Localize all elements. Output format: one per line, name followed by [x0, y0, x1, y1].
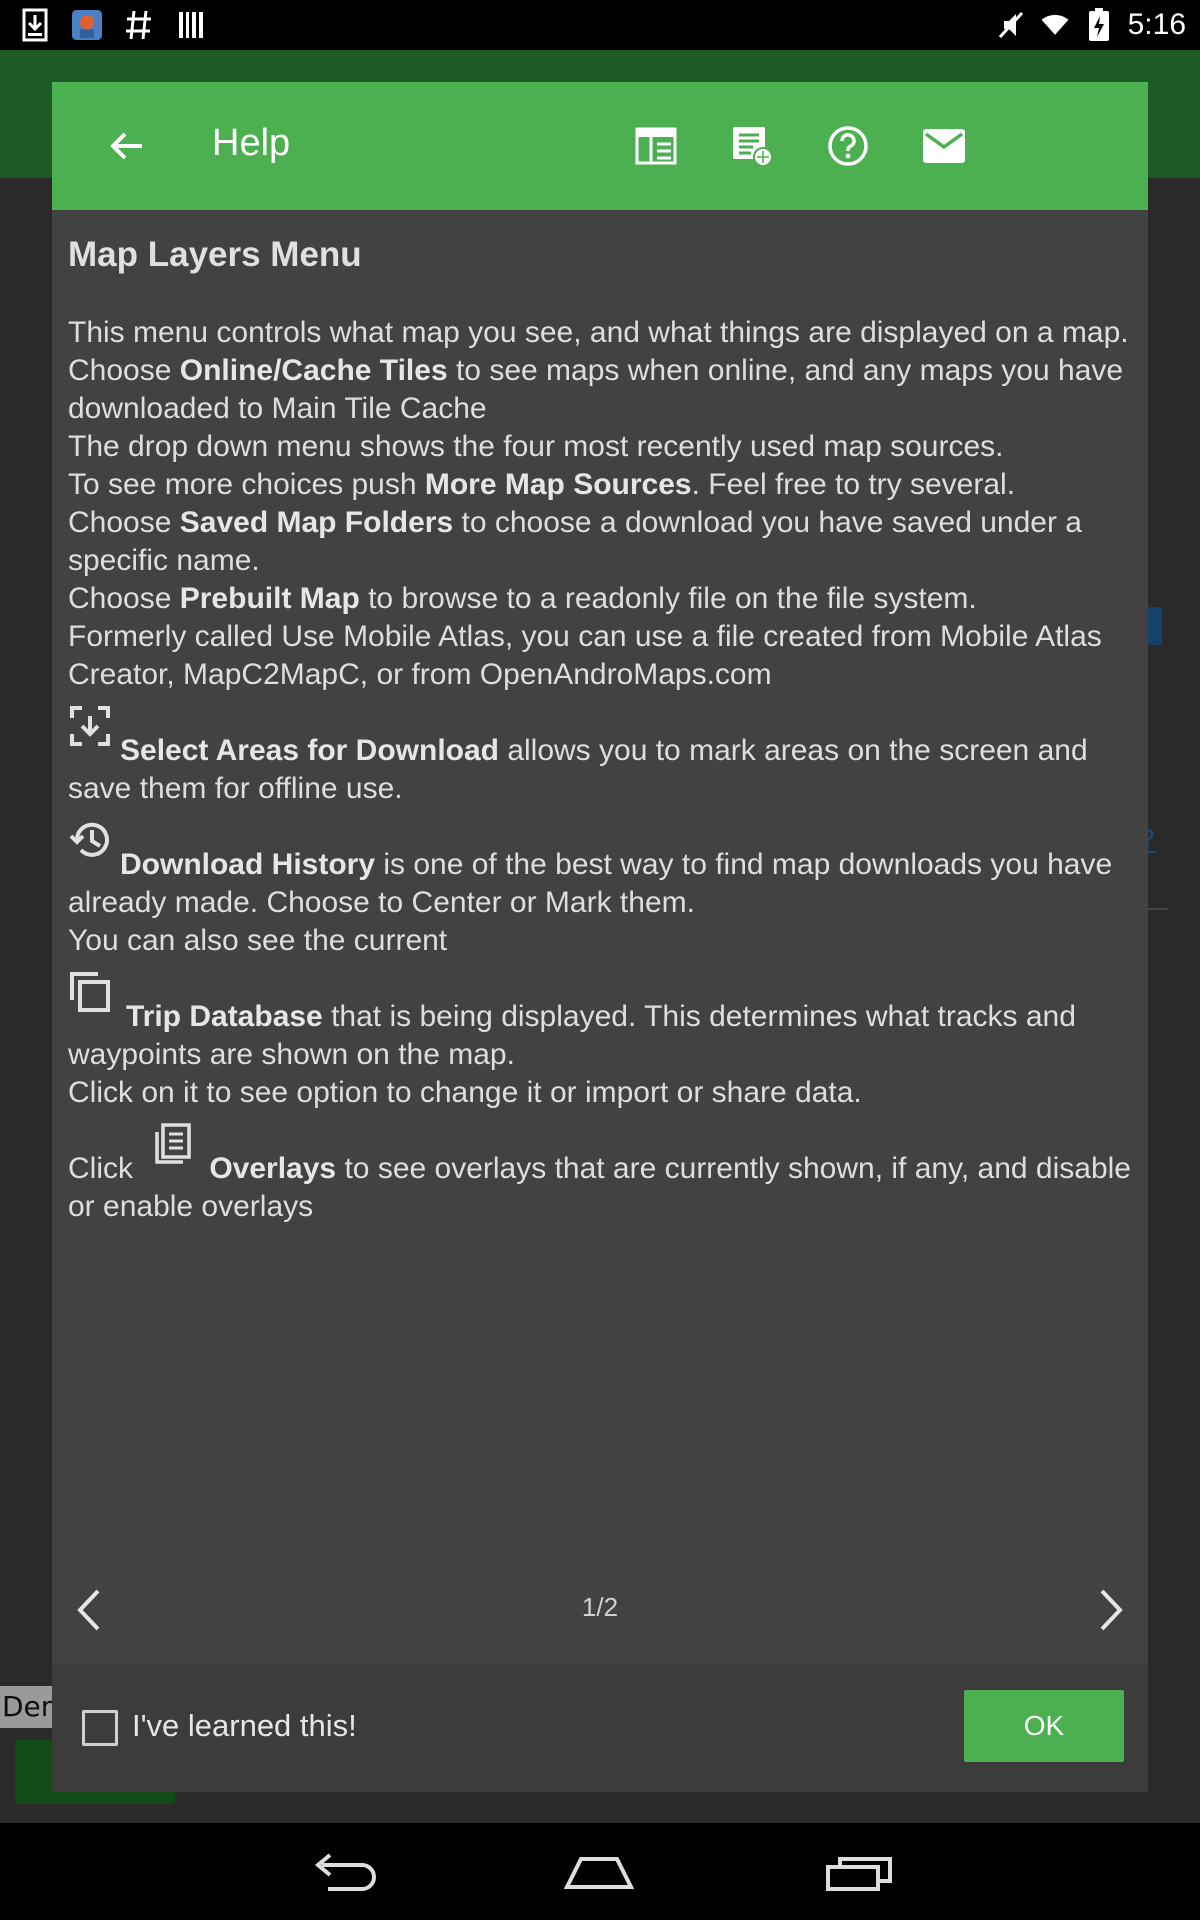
prebuilt-line: Choose Prebuilt Map to browse to a reado…	[68, 580, 1138, 618]
dialog-header: Help	[52, 82, 1148, 210]
background-footer-text: Dem	[0, 1686, 60, 1728]
text-fragment: . Feel free to try several.	[691, 468, 1016, 501]
formerly-line: Formerly called Use Mobile Atlas, you ca…	[68, 620, 1102, 691]
trip-database-line: Trip Database that is being displayed. T…	[68, 972, 1138, 1074]
ok-button[interactable]: OK	[964, 1690, 1124, 1762]
arrow-back-icon	[110, 132, 142, 160]
status-bar: 5:16	[0, 0, 1200, 50]
online-cache-tiles-label: Online/Cache Tiles	[179, 354, 448, 387]
select-areas-label: Select Areas for Download	[120, 734, 499, 767]
copy-layers-icon	[68, 970, 112, 1014]
nav-home-button[interactable]	[554, 1843, 644, 1903]
email-icon	[923, 129, 965, 163]
text-fragment: Choose	[68, 582, 180, 615]
email-button[interactable]	[914, 116, 974, 176]
notification-icons	[20, 6, 206, 44]
select-areas-line: Select Areas for Download allows you to …	[68, 706, 1138, 808]
app-avatar-icon	[72, 8, 102, 42]
document-globe-button[interactable]	[722, 116, 782, 176]
background-chip	[1148, 607, 1162, 645]
barcode-icon	[176, 8, 206, 42]
intro-text: This menu controls what map you see, and…	[68, 316, 1129, 349]
history-icon	[68, 818, 112, 862]
trip-click-line: Click on it to see option to change it o…	[68, 1076, 862, 1109]
online-cache-line: Choose Online/Cache Tiles to see maps wh…	[68, 352, 1138, 428]
page-indicator: 1/2	[581, 1592, 619, 1622]
battery-charging-icon	[1084, 8, 1114, 42]
layout-button[interactable]	[626, 116, 686, 176]
learned-checkbox[interactable]	[82, 1710, 118, 1746]
help-button[interactable]	[818, 116, 878, 176]
dialog-footer: I've learned this! OK	[52, 1664, 1148, 1792]
dialog-title: Help	[212, 122, 291, 164]
document-globe-icon	[733, 127, 773, 167]
learned-checkbox-label[interactable]: I've learned this!	[132, 1708, 357, 1744]
overlays-label: Overlays	[209, 1152, 337, 1185]
dropdown-line: The drop down menu shows the four most r…	[68, 430, 1004, 463]
overlays-icon	[153, 1122, 197, 1166]
download-history-line: Download History is one of the best way …	[68, 822, 1138, 922]
overlays-line: Click Overlays to see overlays that are …	[68, 1123, 1138, 1226]
system-icons: 5:16	[996, 6, 1186, 44]
intro-section: This menu controls what map you see, and…	[68, 314, 1138, 694]
prebuilt-map-label: Prebuilt Map	[179, 582, 360, 615]
text-fragment: Choose	[68, 506, 180, 539]
select-area-download-icon	[68, 704, 112, 748]
home-nav-icon	[563, 1857, 635, 1889]
recents-nav-icon	[826, 1857, 892, 1891]
help-content: Map Layers Menu This menu controls what …	[68, 232, 1138, 1246]
navigation-bar	[0, 1823, 1200, 1920]
chevron-right-icon	[1100, 1589, 1123, 1631]
help-dialog: Help Map Layers Menu This menu controls …	[52, 82, 1148, 1792]
text-fragment: to browse to a readonly file on the file…	[359, 582, 977, 615]
back-nav-icon	[314, 1853, 376, 1891]
back-button[interactable]	[96, 116, 156, 176]
help-circle-icon	[828, 126, 868, 166]
layout-icon	[635, 127, 677, 165]
trip-database-label: Trip Database	[126, 1000, 323, 1033]
nav-back-button[interactable]	[298, 1843, 388, 1903]
nav-recents-button[interactable]	[814, 1843, 904, 1903]
next-page-button[interactable]	[1086, 1580, 1136, 1640]
clock: 5:16	[1127, 8, 1186, 41]
select-areas-section: Select Areas for Download allows you to …	[68, 706, 1138, 808]
text-fragment: To see more choices push	[68, 468, 425, 501]
wifi-icon	[1040, 8, 1070, 42]
saved-map-folders-label: Saved Map Folders	[179, 506, 454, 539]
trip-database-section: Trip Database that is being displayed. T…	[68, 972, 1138, 1112]
pager: 1/2	[52, 1580, 1148, 1640]
help-heading: Map Layers Menu	[68, 235, 362, 274]
mute-icon	[996, 8, 1026, 42]
text-fragment: Choose	[68, 354, 180, 387]
download-history-section: Download History is one of the best way …	[68, 822, 1138, 960]
saved-folders-line: Choose Saved Map Folders to choose a dow…	[68, 504, 1138, 580]
download-history-label: Download History	[120, 848, 376, 881]
hashtag-icon	[124, 8, 154, 42]
text-fragment: Click	[68, 1152, 142, 1185]
see-current-line: You can also see the current	[68, 924, 448, 957]
download-icon	[20, 8, 50, 42]
more-sources-line: To see more choices push More Map Source…	[68, 466, 1138, 504]
more-map-sources-label: More Map Sources	[424, 468, 692, 501]
overlays-section: Click Overlays to see overlays that are …	[68, 1123, 1138, 1226]
